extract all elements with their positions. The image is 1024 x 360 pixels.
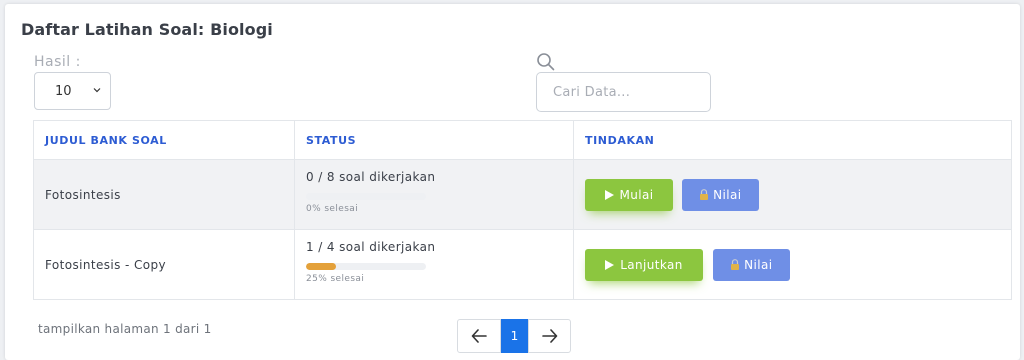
row-title-cell: Fotosintesis bbox=[33, 159, 295, 230]
percent-text: 25% selesai bbox=[306, 273, 365, 284]
bank-soal-table: JUDUL BANK SOAL STATUS TINDAKAN Fotosint… bbox=[33, 120, 1012, 300]
pagination: 1 bbox=[457, 319, 571, 355]
chevron-down-icon bbox=[93, 88, 101, 93]
nilai-button[interactable]: Nilai bbox=[681, 178, 759, 211]
row-actions-cell: Lanjutkan Nilai bbox=[573, 229, 1012, 300]
latihan-soal-card: Daftar Latihan Soal: Biologi Hasil : 1 0 … bbox=[5, 4, 1020, 360]
percent-text: 0% selesai bbox=[306, 203, 359, 214]
row-status-cell: 1 / 4 soal dikerjakan 25% selesai bbox=[294, 229, 574, 300]
pagination-info: tampilkan halaman 1 dari 1 bbox=[38, 322, 212, 336]
search-input[interactable] bbox=[536, 72, 711, 112]
nilai-label: Nilai bbox=[744, 257, 773, 272]
header-judul: JUDUL BANK SOAL bbox=[33, 120, 295, 160]
page-1-button[interactable]: 1 bbox=[501, 319, 528, 353]
table-header-row: JUDUL BANK SOAL STATUS TINDAKAN bbox=[33, 120, 1012, 160]
progress-bar bbox=[306, 262, 426, 270]
lock-icon bbox=[700, 189, 709, 200]
row-title: Fotosintesis bbox=[45, 187, 121, 202]
row-status-cell: 0 / 8 soal dikerjakan 0% selesai bbox=[294, 159, 574, 230]
mulai-button[interactable]: Mulai bbox=[585, 178, 673, 211]
header-status: STATUS bbox=[294, 120, 574, 160]
row-title: Fotosintesis - Copy bbox=[45, 257, 166, 272]
lanjutkan-button[interactable]: Lanjutkan bbox=[585, 248, 703, 281]
table-row: Fotosintesis - Copy 1 / 4 soal dikerjaka… bbox=[33, 229, 1012, 300]
row-title-cell: Fotosintesis - Copy bbox=[33, 229, 295, 300]
header-tindakan: TINDAKAN bbox=[573, 120, 1012, 160]
status-text: 0 / 8 soal dikerjakan bbox=[306, 169, 436, 184]
prev-page-button[interactable] bbox=[457, 319, 501, 353]
progress-fill bbox=[306, 262, 336, 270]
arrow-right-icon bbox=[541, 329, 557, 343]
arrow-left-icon bbox=[471, 329, 487, 343]
progress-bar bbox=[306, 192, 426, 200]
hasil-select-value: 10 bbox=[55, 83, 72, 99]
hasil-select[interactable]: 10 bbox=[34, 72, 111, 110]
status-text: 1 / 4 soal dikerjakan bbox=[306, 239, 436, 254]
play-icon bbox=[604, 189, 614, 200]
search-icon bbox=[537, 53, 555, 71]
mulai-label: Mulai bbox=[619, 187, 654, 202]
nilai-button[interactable]: Nilai bbox=[712, 248, 790, 281]
lanjutkan-label: Lanjutkan bbox=[620, 257, 683, 272]
row-actions-cell: Mulai Nilai bbox=[573, 159, 1012, 230]
nilai-label: Nilai bbox=[713, 187, 742, 202]
lock-icon bbox=[731, 259, 740, 270]
play-icon bbox=[605, 259, 615, 270]
table-row: Fotosintesis 0 / 8 soal dikerjakan 0% se… bbox=[33, 159, 1012, 230]
page-title: Daftar Latihan Soal: Biologi bbox=[21, 20, 273, 39]
next-page-button[interactable] bbox=[528, 319, 571, 353]
hasil-label: Hasil : bbox=[34, 54, 81, 70]
